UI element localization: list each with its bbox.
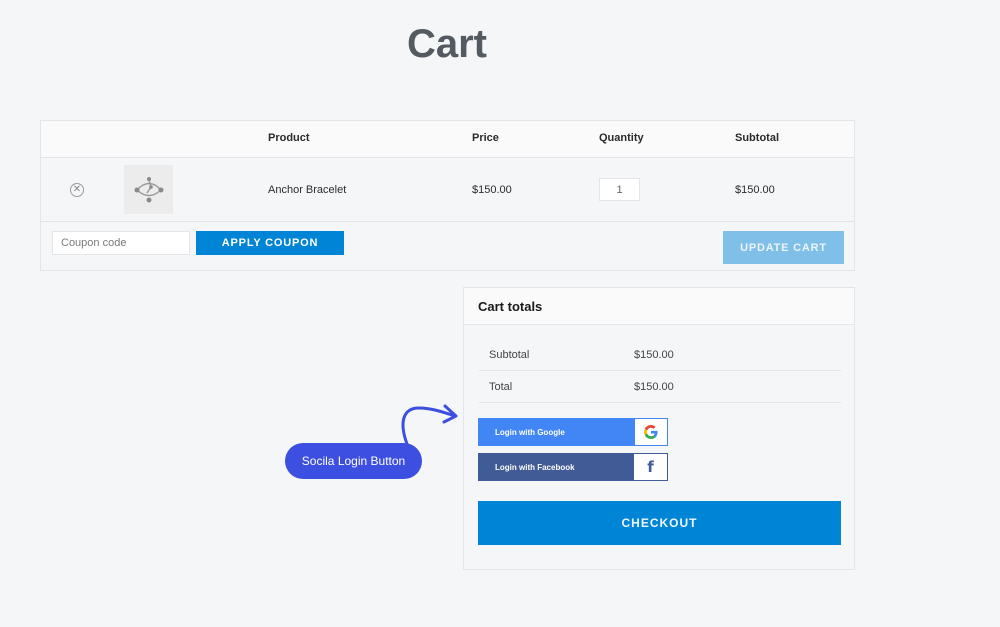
apply-coupon-button[interactable]: APPLY COUPON <box>196 231 344 255</box>
table-row: ✕ Anchor Bracelet $150.00 $150.00 <box>41 158 854 222</box>
social-login-callout: Socila Login Button <box>285 443 422 479</box>
product-subtotal: $150.00 <box>735 184 775 196</box>
cart-totals-panel: Cart totals Subtotal $150.00 Total $150.… <box>463 287 855 570</box>
facebook-icon: f <box>634 454 667 480</box>
cart-actions: APPLY COUPON UPDATE CART <box>41 222 854 271</box>
header-product: Product <box>268 132 310 144</box>
update-cart-button[interactable]: UPDATE CART <box>723 231 844 264</box>
total-value: $150.00 <box>634 381 674 393</box>
header-price: Price <box>472 132 499 144</box>
facebook-login-label: Login with Facebook <box>495 463 575 472</box>
subtotal-label: Subtotal <box>489 349 530 361</box>
callout-arrow-icon <box>401 404 458 446</box>
quantity-input[interactable] <box>599 178 640 201</box>
checkout-button[interactable]: CHECKOUT <box>478 501 841 545</box>
header-subtotal: Subtotal <box>735 132 779 144</box>
header-quantity: Quantity <box>599 132 644 144</box>
bracelet-image <box>134 176 163 202</box>
cart-table-header: Product Price Quantity Subtotal <box>41 121 854 158</box>
totals-row-subtotal: Subtotal $150.00 <box>479 339 841 371</box>
cart-table: Product Price Quantity Subtotal ✕ Anchor… <box>40 120 855 271</box>
subtotal-value: $150.00 <box>634 349 674 361</box>
remove-item-icon[interactable]: ✕ <box>70 183 84 197</box>
page-title: Cart <box>406 22 488 66</box>
product-price: $150.00 <box>472 184 512 196</box>
google-login-label: Login with Google <box>495 428 565 437</box>
product-thumbnail[interactable] <box>124 165 173 214</box>
login-with-facebook-button[interactable]: Login with Facebook f <box>478 453 668 481</box>
product-name-link[interactable]: Anchor Bracelet <box>268 184 346 196</box>
total-label: Total <box>489 381 513 393</box>
google-icon <box>634 419 667 445</box>
login-with-google-button[interactable]: Login with Google <box>478 418 668 446</box>
coupon-code-input[interactable] <box>52 231 190 255</box>
totals-row-total: Total $150.00 <box>479 371 841 403</box>
cart-totals-title: Cart totals <box>464 288 854 325</box>
